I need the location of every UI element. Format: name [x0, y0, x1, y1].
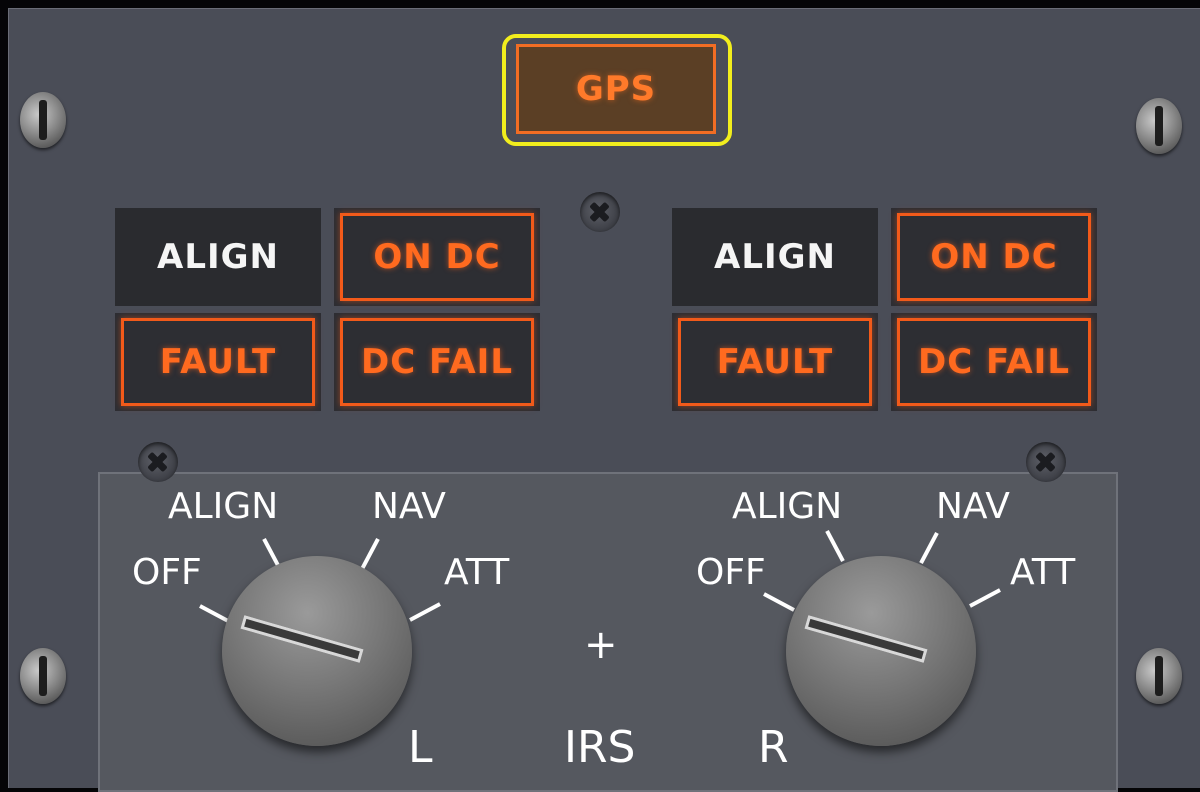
- right-on-dc-label: ON DC: [930, 237, 1058, 277]
- left-knob-pointer: [240, 615, 364, 663]
- right-irs-label: R: [758, 722, 789, 773]
- right-align-label: ALIGN: [714, 237, 836, 277]
- slotted-screw-icon: [20, 648, 66, 704]
- slotted-screw-icon: [20, 92, 66, 148]
- phillips-screw-icon: [580, 192, 620, 232]
- right-on-dc-annunciator[interactable]: ON DC: [891, 208, 1097, 306]
- left-nav-label: NAV: [372, 486, 446, 527]
- slotted-screw-icon: [1136, 648, 1182, 704]
- left-on-dc-label: ON DC: [373, 237, 501, 277]
- left-att-label: ATT: [444, 552, 510, 593]
- right-nav-label: NAV: [936, 486, 1010, 527]
- center-plus-mark: +: [584, 622, 618, 668]
- slotted-screw-icon: [1136, 98, 1182, 154]
- right-knob-pointer: [804, 615, 928, 663]
- irs-label: IRS: [564, 722, 636, 773]
- phillips-screw-icon: [138, 442, 178, 482]
- right-off-label: OFF: [696, 552, 766, 593]
- left-fault-label: FAULT: [159, 342, 277, 382]
- right-align-annunciator[interactable]: ALIGN: [672, 208, 878, 306]
- right-dc-fail-annunciator[interactable]: DC FAIL: [891, 313, 1097, 411]
- left-align-annunciator[interactable]: ALIGN: [115, 208, 321, 306]
- left-fault-annunciator[interactable]: FAULT: [115, 313, 321, 411]
- right-fault-label: FAULT: [716, 342, 834, 382]
- left-irs-mode-knob[interactable]: [222, 556, 412, 746]
- right-irs-mode-knob[interactable]: [786, 556, 976, 746]
- gps-label: GPS: [575, 69, 657, 109]
- phillips-screw-icon: [1026, 442, 1066, 482]
- left-off-label: OFF: [132, 552, 202, 593]
- left-dc-fail-label: DC FAIL: [361, 342, 513, 382]
- right-align-position-label: ALIGN: [732, 486, 843, 527]
- left-on-dc-annunciator[interactable]: ON DC: [334, 208, 540, 306]
- left-align-position-label: ALIGN: [168, 486, 279, 527]
- right-fault-annunciator[interactable]: FAULT: [672, 313, 878, 411]
- right-dc-fail-label: DC FAIL: [918, 342, 1070, 382]
- left-irs-label: L: [408, 722, 433, 773]
- gps-annunciator-button[interactable]: GPS: [516, 44, 716, 134]
- left-dc-fail-annunciator[interactable]: DC FAIL: [334, 313, 540, 411]
- left-align-label: ALIGN: [157, 237, 279, 277]
- right-att-label: ATT: [1010, 552, 1076, 593]
